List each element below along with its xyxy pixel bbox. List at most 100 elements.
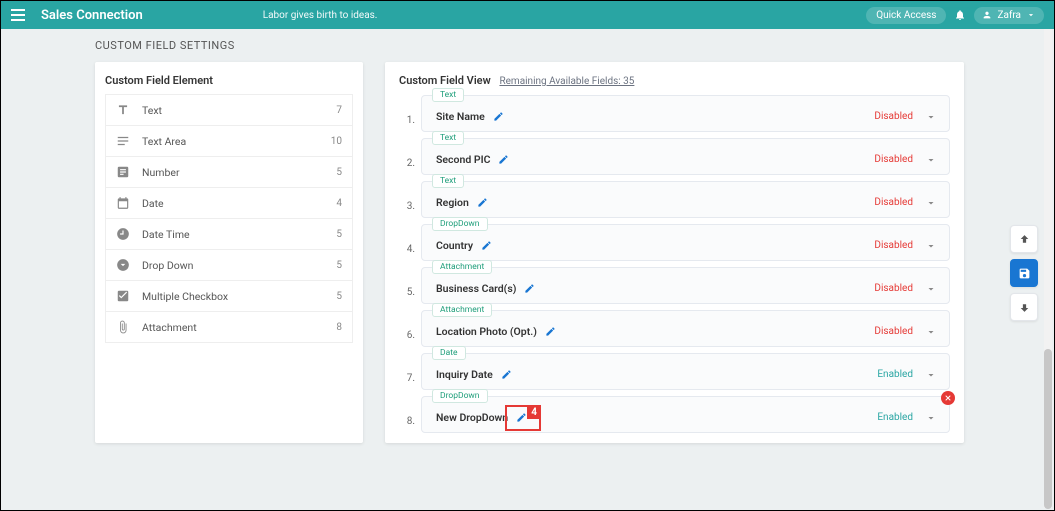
field-card[interactable]: AttachmentLocation Photo (Opt.)Disabled [421,310,950,347]
custom-field-row: 4.DropDownCountryDisabled [399,224,950,261]
chevron-down-icon [1026,10,1036,20]
custom-field-row: 6.AttachmentLocation Photo (Opt.)Disable… [399,310,950,347]
field-element-count: 8 [336,322,342,333]
field-element-label: Number [142,166,180,179]
custom-field-view-panel: Custom Field View Remaining Available Fi… [385,62,964,443]
field-status: Enabled [877,412,913,423]
delete-field-button[interactable] [941,391,955,405]
field-element-label: Multiple Checkbox [142,290,228,303]
field-name-label: Country [436,239,473,252]
custom-field-row: 1.TextSite NameDisabled [399,95,950,132]
move-down-button[interactable] [1010,293,1038,321]
field-type-tag: Attachment [432,303,492,317]
dropdown-icon [116,258,130,272]
field-type-tag: Date [432,346,466,360]
expand-field-icon[interactable] [925,240,937,252]
custom-field-row: 8.DropDownNew DropDownEnabled [399,396,950,433]
user-icon [982,10,992,20]
field-element-label: Date [142,197,164,210]
field-element-label: Drop Down [142,259,193,272]
quick-access-button[interactable]: Quick Access [866,7,946,24]
field-card[interactable]: DropDownNew DropDownEnabled [421,396,950,433]
field-name-label: Location Photo (Opt.) [436,325,537,338]
field-element-row[interactable]: Text 7 [105,94,353,126]
field-name-label: Region [436,196,469,209]
field-number: 2. [399,158,415,169]
expand-field-icon[interactable] [925,154,937,166]
field-element-row[interactable]: Attachment8 [105,311,353,343]
field-card[interactable]: AttachmentBusiness Card(s)Disabled [421,267,950,304]
field-number: 3. [399,201,415,212]
field-element-row[interactable]: Date4 [105,187,353,219]
side-controls [1010,225,1038,321]
move-up-button[interactable] [1010,225,1038,253]
field-name-label: Site Name [436,110,485,123]
field-card[interactable]: DropDownCountryDisabled [421,224,950,261]
edit-field-icon[interactable] [516,412,527,423]
edit-field-icon[interactable] [493,111,504,122]
field-number: 4. [399,244,415,255]
number-icon [116,165,130,179]
field-element-count: 5 [336,260,342,271]
expand-field-icon[interactable] [925,412,937,424]
remaining-fields-link[interactable]: Remaining Available Fields: 35 [499,76,634,87]
field-type-tag: Text [432,174,464,188]
date-icon [116,196,130,210]
field-card[interactable]: TextSecond PICDisabled [421,138,950,175]
field-element-count: 5 [336,167,342,178]
bell-icon[interactable] [954,9,966,21]
user-name: Zafra [997,10,1021,21]
field-card[interactable]: TextSite NameDisabled [421,95,950,132]
field-status: Enabled [877,369,913,380]
field-card[interactable]: TextRegionDisabled [421,181,950,218]
checkbox-icon [116,289,130,303]
field-type-tag: Attachment [432,260,492,274]
user-menu[interactable]: Zafra [974,7,1044,24]
field-name-label: New DropDown [436,411,508,424]
field-status: Disabled [874,240,913,251]
datetime-icon [116,227,130,241]
vertical-scrollbar[interactable] [1044,29,1052,508]
left-panel-title: Custom Field Element [105,74,353,95]
field-element-label: Text [142,104,162,117]
field-element-label: Date Time [142,228,190,241]
custom-field-row: 7.DateInquiry DateEnabled [399,353,950,390]
scrollbar-thumb[interactable] [1044,349,1052,509]
field-status: Disabled [874,197,913,208]
field-card[interactable]: DateInquiry DateEnabled [421,353,950,390]
field-name-label: Inquiry Date [436,368,493,381]
custom-field-element-panel: Custom Field Element Text 7 Text Area 10 Num… [95,62,363,443]
edit-field-icon[interactable] [481,240,492,251]
field-type-tag: DropDown [432,217,488,231]
field-element-label: Text Area [142,135,186,148]
save-button[interactable] [1010,259,1038,287]
brand-title: Sales Connection [41,8,143,23]
field-element-count: 10 [331,136,342,147]
edit-field-icon[interactable] [498,154,509,165]
textarea-icon [116,134,130,148]
edit-field-icon[interactable] [545,326,556,337]
field-element-row[interactable]: Multiple Checkbox5 [105,280,353,312]
edit-field-icon[interactable] [524,283,535,294]
field-element-row[interactable]: Date Time5 [105,218,353,250]
field-name-label: Business Card(s) [436,282,516,295]
expand-field-icon[interactable] [925,369,937,381]
field-type-tag: DropDown [432,389,488,403]
field-element-row[interactable]: Number 5 [105,156,353,188]
edit-field-icon[interactable] [477,197,488,208]
text-icon [116,103,130,117]
field-status: Disabled [874,111,913,122]
field-element-row[interactable]: Text Area 10 [105,125,353,157]
field-element-count: 7 [336,105,342,116]
edit-field-icon[interactable] [501,369,512,380]
right-panel-title: Custom Field View [399,74,491,87]
field-element-row[interactable]: Drop Down 5 [105,249,353,281]
custom-field-row: 2. TextSecond PICDisabled [399,138,950,175]
expand-field-icon[interactable] [925,326,937,338]
expand-field-icon[interactable] [925,283,937,295]
hamburger-menu-icon[interactable] [11,6,29,24]
expand-field-icon[interactable] [925,197,937,209]
field-status: Disabled [874,326,913,337]
expand-field-icon[interactable] [925,111,937,123]
custom-field-row: 3.TextRegionDisabled [399,181,950,218]
